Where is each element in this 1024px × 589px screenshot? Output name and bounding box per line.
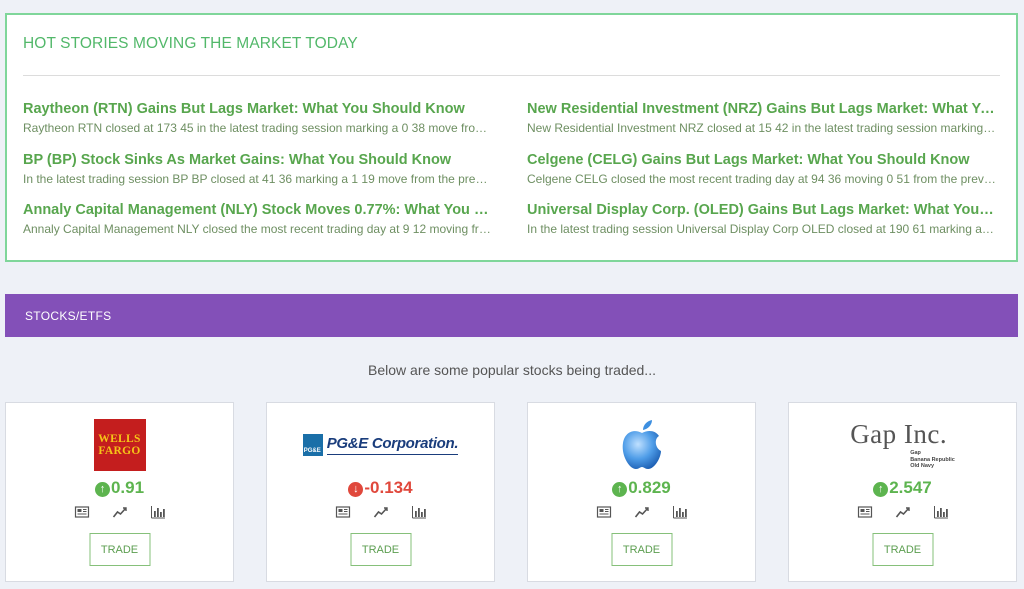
- news-icon[interactable]: [74, 505, 90, 519]
- apple-logo-icon: [622, 420, 661, 469]
- story-desc: In the latest trading session BP BP clos…: [23, 172, 493, 186]
- story-title[interactable]: Universal Display Corp. (OLED) Gains But…: [527, 201, 997, 219]
- stock-card-pge: PG&E PG&E Corporation. ↓ -0.134 TRADE: [266, 402, 495, 582]
- story-item[interactable]: Raytheon (RTN) Gains But Lags Market: Wh…: [23, 100, 493, 136]
- news-icon[interactable]: [857, 505, 873, 519]
- price-change: ↑ 0.91: [6, 478, 233, 498]
- line-chart-icon[interactable]: [373, 505, 389, 519]
- stocks-section-header: STOCKS/ETFS: [5, 294, 1018, 337]
- stock-card-gap: Gap Inc. Gap Banana Republic Old Navy ↑ 2…: [788, 402, 1017, 582]
- story-title[interactable]: BP (BP) Stock Sinks As Market Gains: Wha…: [23, 151, 493, 169]
- line-chart-icon[interactable]: [895, 505, 911, 519]
- price-change: ↑ 2.547: [789, 478, 1016, 498]
- pge-logo[interactable]: PG&E PG&E Corporation.: [267, 417, 494, 473]
- arrow-up-circle-icon: ↑: [94, 482, 110, 497]
- story-item[interactable]: New Residential Investment (NRZ) Gains B…: [527, 100, 997, 136]
- line-chart-icon[interactable]: [634, 505, 650, 519]
- story-desc: Celgene CELG closed the most recent trad…: [527, 172, 997, 186]
- trade-button[interactable]: TRADE: [611, 533, 672, 566]
- bar-chart-icon[interactable]: [672, 505, 688, 519]
- hot-stories-panel: HOT STORIES MOVING THE MARKET TODAY Rayt…: [5, 13, 1018, 262]
- story-item[interactable]: BP (BP) Stock Sinks As Market Gains: Wha…: [23, 151, 493, 187]
- story-desc: In the latest trading session Universal …: [527, 222, 997, 236]
- story-title[interactable]: Annaly Capital Management (NLY) Stock Mo…: [23, 201, 493, 219]
- story-item[interactable]: Annaly Capital Management (NLY) Stock Mo…: [23, 201, 493, 237]
- hot-stories-title: HOT STORIES MOVING THE MARKET TODAY: [23, 35, 358, 52]
- price-change: ↓ -0.134: [267, 478, 494, 498]
- story-title[interactable]: New Residential Investment (NRZ) Gains B…: [527, 100, 997, 118]
- section-title: STOCKS/ETFS: [25, 309, 112, 323]
- line-chart-icon[interactable]: [112, 505, 128, 519]
- story-item[interactable]: Celgene (CELG) Gains But Lags Market: Wh…: [527, 151, 997, 187]
- story-item[interactable]: Universal Display Corp. (OLED) Gains But…: [527, 201, 997, 237]
- story-desc: New Residential Investment NRZ closed at…: [527, 121, 997, 135]
- story-title[interactable]: Raytheon (RTN) Gains But Lags Market: Wh…: [23, 100, 493, 118]
- trade-button[interactable]: TRADE: [350, 533, 411, 566]
- bar-chart-icon[interactable]: [411, 505, 427, 519]
- bar-chart-icon[interactable]: [933, 505, 949, 519]
- arrow-up-circle-icon: ↑: [873, 482, 889, 497]
- arrow-down-circle-icon: ↓: [348, 482, 364, 497]
- stock-card-apple: ↑ 0.829 TRADE: [527, 402, 756, 582]
- price-change: ↑ 0.829: [528, 478, 755, 498]
- arrow-up-circle-icon: ↑: [612, 482, 628, 497]
- trade-button[interactable]: TRADE: [872, 533, 933, 566]
- gap-logo[interactable]: Gap Inc. Gap Banana Republic Old Navy: [789, 417, 1016, 473]
- story-desc: Annaly Capital Management NLY closed the…: [23, 222, 493, 236]
- stocks-intro-text: Below are some popular stocks being trad…: [368, 362, 656, 378]
- story-desc: Raytheon RTN closed at 173 45 in the lat…: [23, 121, 493, 135]
- news-icon[interactable]: [596, 505, 612, 519]
- apple-logo[interactable]: [528, 417, 755, 473]
- story-title[interactable]: Celgene (CELG) Gains But Lags Market: Wh…: [527, 151, 997, 169]
- trade-button[interactable]: TRADE: [89, 533, 150, 566]
- wells-fargo-logo[interactable]: WELLS FARGO: [6, 417, 233, 473]
- news-icon[interactable]: [335, 505, 351, 519]
- bar-chart-icon[interactable]: [150, 505, 166, 519]
- divider: [23, 75, 1000, 76]
- stock-card-wells-fargo: WELLS FARGO ↑ 0.91 TRADE: [5, 402, 234, 582]
